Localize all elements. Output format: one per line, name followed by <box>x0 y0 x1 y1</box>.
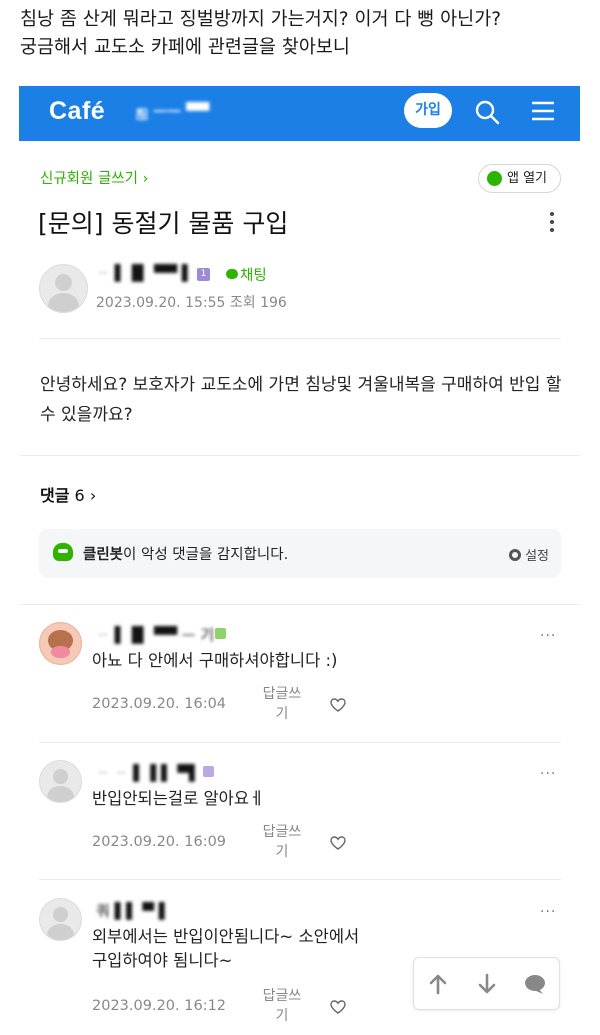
comments-label: 댓글 <box>40 486 70 505</box>
cafe-name[interactable]: ஐ ᅳᅳ ▀▀ <box>136 100 209 122</box>
comment-author[interactable]: 쿼 ▌▌ ▀ ▌ <box>96 900 170 921</box>
heart-icon[interactable] <box>330 1000 346 1014</box>
comment-date: 2023.09.20. 16:04 <box>92 696 227 712</box>
app-cup-icon <box>487 171 502 186</box>
new-member-board-link[interactable]: 신규회원 글쓰기 › <box>40 167 148 188</box>
author-avatar[interactable] <box>39 264 88 313</box>
heart-icon[interactable] <box>330 836 346 850</box>
divider <box>39 338 561 339</box>
cleanbot-notice: 클린봇이 악성 댓글을 감지합니다. 설정 <box>39 529 561 578</box>
divider <box>20 604 580 605</box>
comment-item: ᆢ ▌▐▌ ▀▀ ᅳ 기 ··· 아뇨 다 안에서 구매하셔야합니다 :) 20… <box>0 622 600 732</box>
floating-nav <box>413 957 560 1010</box>
comment-avatar[interactable] <box>39 760 82 803</box>
chevron-right-icon: › <box>89 486 97 505</box>
cafe-logo[interactable]: Café <box>49 97 105 126</box>
divider <box>39 742 561 743</box>
caption-line-1: 침낭 좀 산게 뭐라고 징벌방까지 가는거지? 이거 다 뻥 아닌가? <box>20 9 502 30</box>
cleanbot-icon <box>53 543 73 561</box>
grade-badge <box>215 628 226 639</box>
comment-more-icon[interactable]: ··· <box>540 766 556 782</box>
cleanbot-settings-button[interactable]: 설정 <box>509 545 549 564</box>
comment-item: ᆢ ᆢ ▌▐ ▌ ▀▌ ··· 반입안되는걸로 알아요ㅔ 2023.09.20.… <box>0 760 600 870</box>
comment-icon[interactable] <box>524 973 546 995</box>
divider <box>39 879 561 880</box>
author-name[interactable]: ᆢ ▌▐▌ ▀▀ ▌ <box>96 262 193 283</box>
comment-author[interactable]: ᆢ ▌▐▌ ▀▀ ᅳ 기 <box>96 624 214 645</box>
chat-label: 채팅 <box>240 268 267 284</box>
comment-text: 반입안되는걸로 알아요ㅔ <box>92 789 265 808</box>
comment-more-icon[interactable]: ··· <box>540 628 556 644</box>
heart-icon[interactable] <box>330 698 346 712</box>
grade-badge: 1 <box>197 268 210 281</box>
grade-badge <box>203 766 214 777</box>
comment-author[interactable]: ᆢ ᆢ ▌▐ ▌ ▀▌ <box>96 762 200 783</box>
comment-avatar[interactable] <box>39 898 82 941</box>
comment-date: 2023.09.20. 16:12 <box>92 998 227 1014</box>
cafe-header: Café ஐ ᅳᅳ ▀▀ 가입 <box>19 86 580 141</box>
comments-count: 6 <box>74 486 85 505</box>
chat-link[interactable]: 채팅 <box>226 264 267 285</box>
app-open-button[interactable]: 앱 열기 <box>478 164 561 193</box>
gear-icon <box>509 549 522 561</box>
post-meta: 2023.09.20. 15:55 조회 196 <box>96 295 287 311</box>
cleanbot-name: 클린봇 <box>83 547 124 563</box>
comment-more-icon[interactable]: ··· <box>540 904 556 920</box>
comment-avatar[interactable] <box>39 622 82 665</box>
app-open-label: 앱 열기 <box>507 171 548 186</box>
reply-button[interactable]: 답글쓰기 <box>258 986 306 1026</box>
post-body: 안녕하세요? 보호자가 교도소에 가면 침낭및 겨울내복을 구매하여 반입 할 … <box>40 375 562 425</box>
search-icon[interactable] <box>474 99 500 125</box>
comment-date: 2023.09.20. 16:09 <box>92 834 227 850</box>
chat-bubble-icon <box>226 269 238 279</box>
reply-button[interactable]: 답글쓰기 <box>258 684 306 724</box>
screenshot-caption: 침낭 좀 산게 뭐라고 징벌방까지 가는거지? 이거 다 뻥 아닌가? 궁금해서… <box>20 6 590 62</box>
arrow-up-icon[interactable] <box>428 973 448 995</box>
arrow-down-icon[interactable] <box>477 973 497 995</box>
cleanbot-message: 이 악성 댓글을 감지합니다. <box>123 547 289 563</box>
join-button[interactable]: 가입 <box>404 93 452 128</box>
settings-label: 설정 <box>525 549 549 564</box>
comments-header[interactable]: 댓글 6 › <box>40 482 96 506</box>
reply-button[interactable]: 답글쓰기 <box>258 822 306 862</box>
more-vertical-icon[interactable] <box>548 212 556 234</box>
comment-text: 외부에서는 반입이안됨니다~ 소안에서 구입하여야 됨니다~ <box>92 927 360 970</box>
comment-text: 아뇨 다 안에서 구매하셔야합니다 :) <box>92 651 338 670</box>
post-title: [문의] 동절기 물품 구입 <box>38 209 289 238</box>
hamburger-menu-icon[interactable] <box>531 100 555 122</box>
caption-line-2: 궁금해서 교도소 카페에 관련글을 찾아보니 <box>20 37 350 58</box>
divider <box>20 455 580 456</box>
